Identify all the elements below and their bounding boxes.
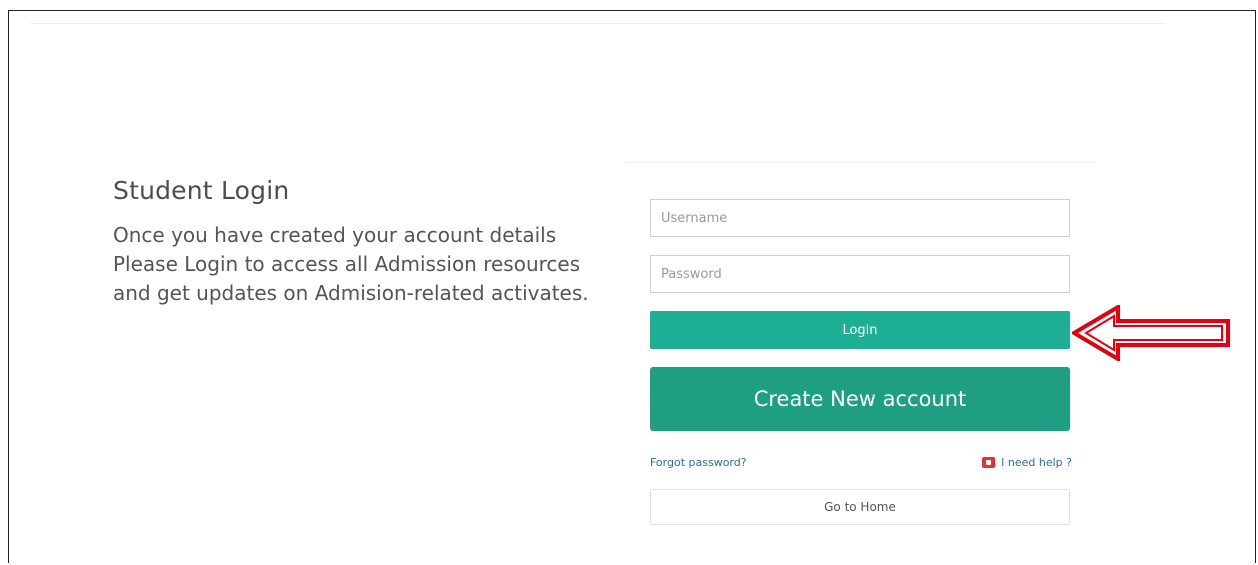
help-link[interactable]: I need help ?	[982, 456, 1072, 469]
login-button[interactable]: Login	[650, 311, 1070, 349]
create-account-button[interactable]: Create New account	[650, 367, 1070, 431]
top-divider	[30, 23, 1165, 24]
page-title: Student Login	[113, 176, 290, 205]
go-to-home-button[interactable]: Go to Home	[650, 489, 1070, 525]
password-input[interactable]	[650, 255, 1070, 293]
help-label: I need help ?	[1001, 456, 1072, 469]
panel-divider	[626, 162, 1096, 163]
login-description: Once you have created your account detai…	[113, 223, 589, 305]
username-input[interactable]	[650, 199, 1070, 237]
help-icon	[982, 457, 996, 468]
forgot-password-link[interactable]: Forgot password?	[650, 456, 747, 469]
red-arrow-icon	[1072, 305, 1230, 361]
